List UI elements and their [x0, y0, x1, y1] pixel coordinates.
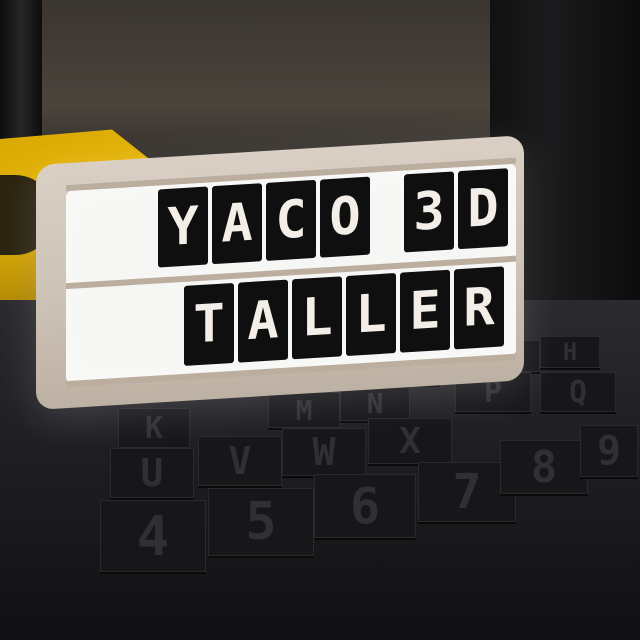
letter-tile: Y — [158, 186, 208, 268]
letter-tile: T — [184, 282, 234, 366]
letter-tile: A — [212, 183, 262, 265]
lightbox-sign: Y A C O 3 D T A L L E R — [36, 135, 524, 410]
photo-scene: K M N E F G H U V W X P Q 4 5 6 7 8 9 Y … — [0, 0, 640, 640]
floor-tile: M — [268, 392, 340, 428]
floor-tile: V — [198, 436, 282, 486]
floor-tile: K — [118, 408, 190, 448]
floor-tile: 6 — [314, 474, 416, 538]
floor-tile: 9 — [580, 425, 638, 477]
floor-tile: 8 — [500, 440, 588, 494]
floor-tile: 5 — [208, 488, 314, 556]
floor-tile: W — [282, 428, 366, 476]
floor-tile: H — [540, 336, 600, 368]
floor-tile: X — [368, 418, 452, 464]
letter-tile: 3 — [404, 171, 454, 253]
floor-tile: 4 — [100, 500, 206, 572]
letter-tile: L — [346, 272, 396, 357]
letter-tile: R — [454, 266, 504, 350]
letter-tile: A — [238, 279, 288, 363]
letter-tile: O — [320, 176, 370, 258]
letter-tile: L — [292, 276, 342, 360]
floor-tile: U — [110, 448, 194, 498]
letter-tile: D — [458, 168, 508, 250]
floor-tile: Q — [540, 372, 616, 412]
letter-tile: C — [266, 179, 316, 261]
letter-tile: E — [400, 269, 450, 353]
